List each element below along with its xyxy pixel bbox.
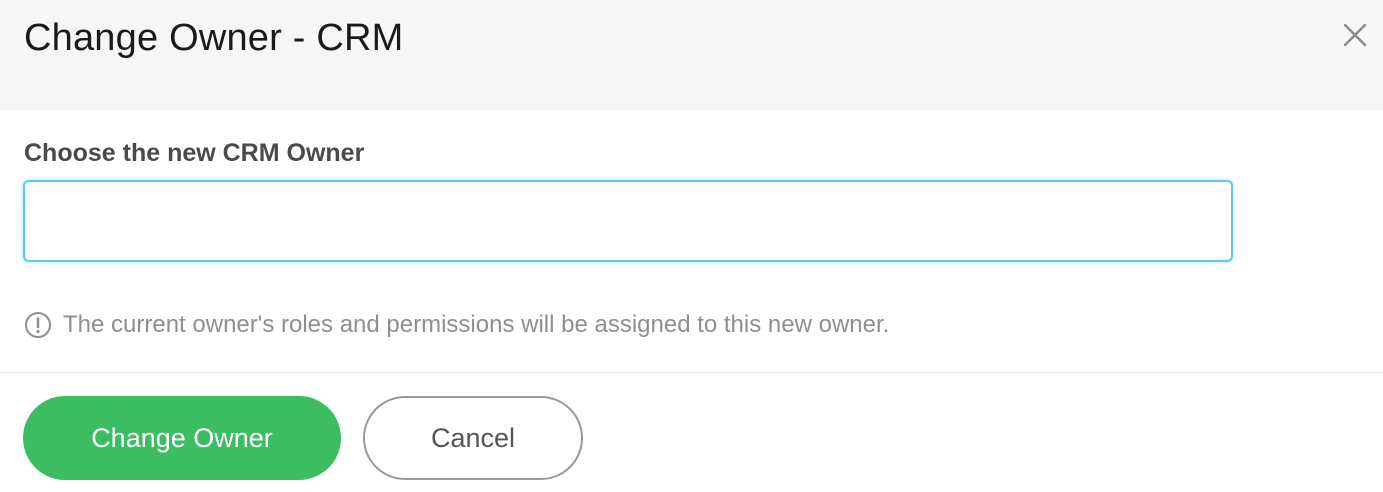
new-owner-input[interactable] <box>23 180 1233 262</box>
change-owner-dialog: Change Owner - CRM Choose the new CRM Ow… <box>0 0 1383 492</box>
close-button[interactable] <box>1340 20 1370 50</box>
owner-field-label: Choose the new CRM Owner <box>24 139 365 167</box>
dialog-title: Change Owner - CRM <box>24 17 404 59</box>
exclamation-circle-icon <box>25 312 51 338</box>
info-notice: The current owner's roles and permission… <box>24 308 889 342</box>
info-notice-text: The current owner's roles and permission… <box>63 311 890 338</box>
close-icon <box>1343 23 1367 47</box>
change-owner-button[interactable]: Change Owner <box>23 396 341 480</box>
dialog-header: Change Owner - CRM <box>0 0 1383 110</box>
footer-divider <box>0 372 1383 373</box>
cancel-button[interactable]: Cancel <box>363 396 583 480</box>
